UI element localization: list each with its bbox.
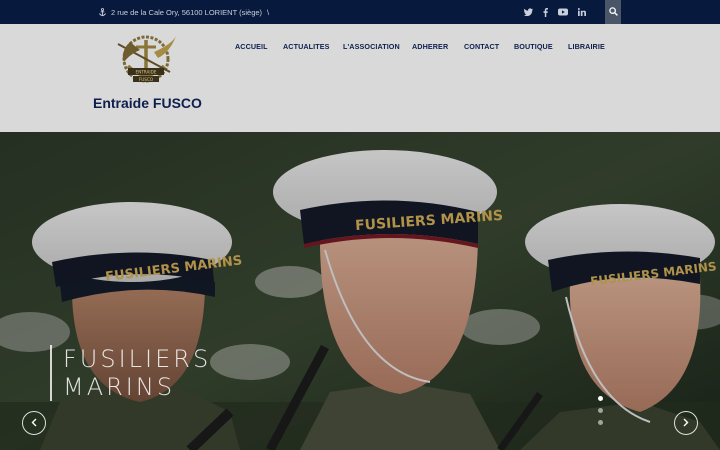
slider-prev-button[interactable] (22, 411, 46, 435)
youtube-icon[interactable] (556, 0, 570, 24)
caption-line-2: MARINS (63, 373, 176, 401)
address-separator: \ (267, 7, 270, 17)
logo-text-bottom: FUSCO (139, 77, 154, 82)
facebook-icon[interactable] (538, 0, 552, 24)
slide-dot-3[interactable] (598, 420, 603, 425)
top-bar: 2 rue de la Cale Ory, 56100 LORIENT (siè… (0, 0, 720, 24)
slide-caption: FUSILIERS MARINS (50, 345, 211, 401)
search-button[interactable] (605, 0, 621, 24)
twitter-icon[interactable] (521, 0, 535, 24)
search-icon (608, 3, 618, 21)
slider-next-button[interactable] (674, 411, 698, 435)
address-block: 2 rue de la Cale Ory, 56100 LORIENT (siè… (98, 0, 269, 24)
site-title[interactable]: Entraide FUSCO (93, 95, 202, 111)
nav-accueil[interactable]: ACCUEIL (235, 42, 268, 51)
chevron-right-icon (683, 414, 689, 432)
chevron-left-icon (31, 414, 37, 432)
caption-line-1: FUSILIERS (63, 345, 212, 373)
nav-actualites[interactable]: ACTUALITES (283, 42, 330, 51)
address-text: 2 rue de la Cale Ory, 56100 LORIENT (siè… (111, 7, 263, 17)
slide-dot-1[interactable] (598, 396, 603, 401)
nav-adherer[interactable]: ADHERER (412, 42, 448, 51)
site-header: ENTRAIDE FUSCO Entraide FUSCO ACCUEIL AC… (0, 24, 720, 132)
nav-librairie[interactable]: LIBRAIRIE (568, 42, 605, 51)
anchor-icon (98, 7, 108, 17)
nav-association[interactable]: L'ASSOCIATION (343, 42, 400, 51)
linkedin-icon[interactable] (575, 0, 589, 24)
hero-slider: FUSILIERS MARINS FUSILIERS MARINS FUSILI… (0, 132, 720, 450)
logo-text-top: ENTRAIDE (135, 70, 156, 75)
site-logo[interactable]: ENTRAIDE FUSCO (110, 32, 182, 88)
nav-contact[interactable]: CONTACT (464, 42, 499, 51)
slide-dot-2[interactable] (598, 408, 603, 413)
nav-boutique[interactable]: BOUTIQUE (514, 42, 553, 51)
hero-image: FUSILIERS MARINS FUSILIERS MARINS FUSILI… (0, 132, 720, 450)
